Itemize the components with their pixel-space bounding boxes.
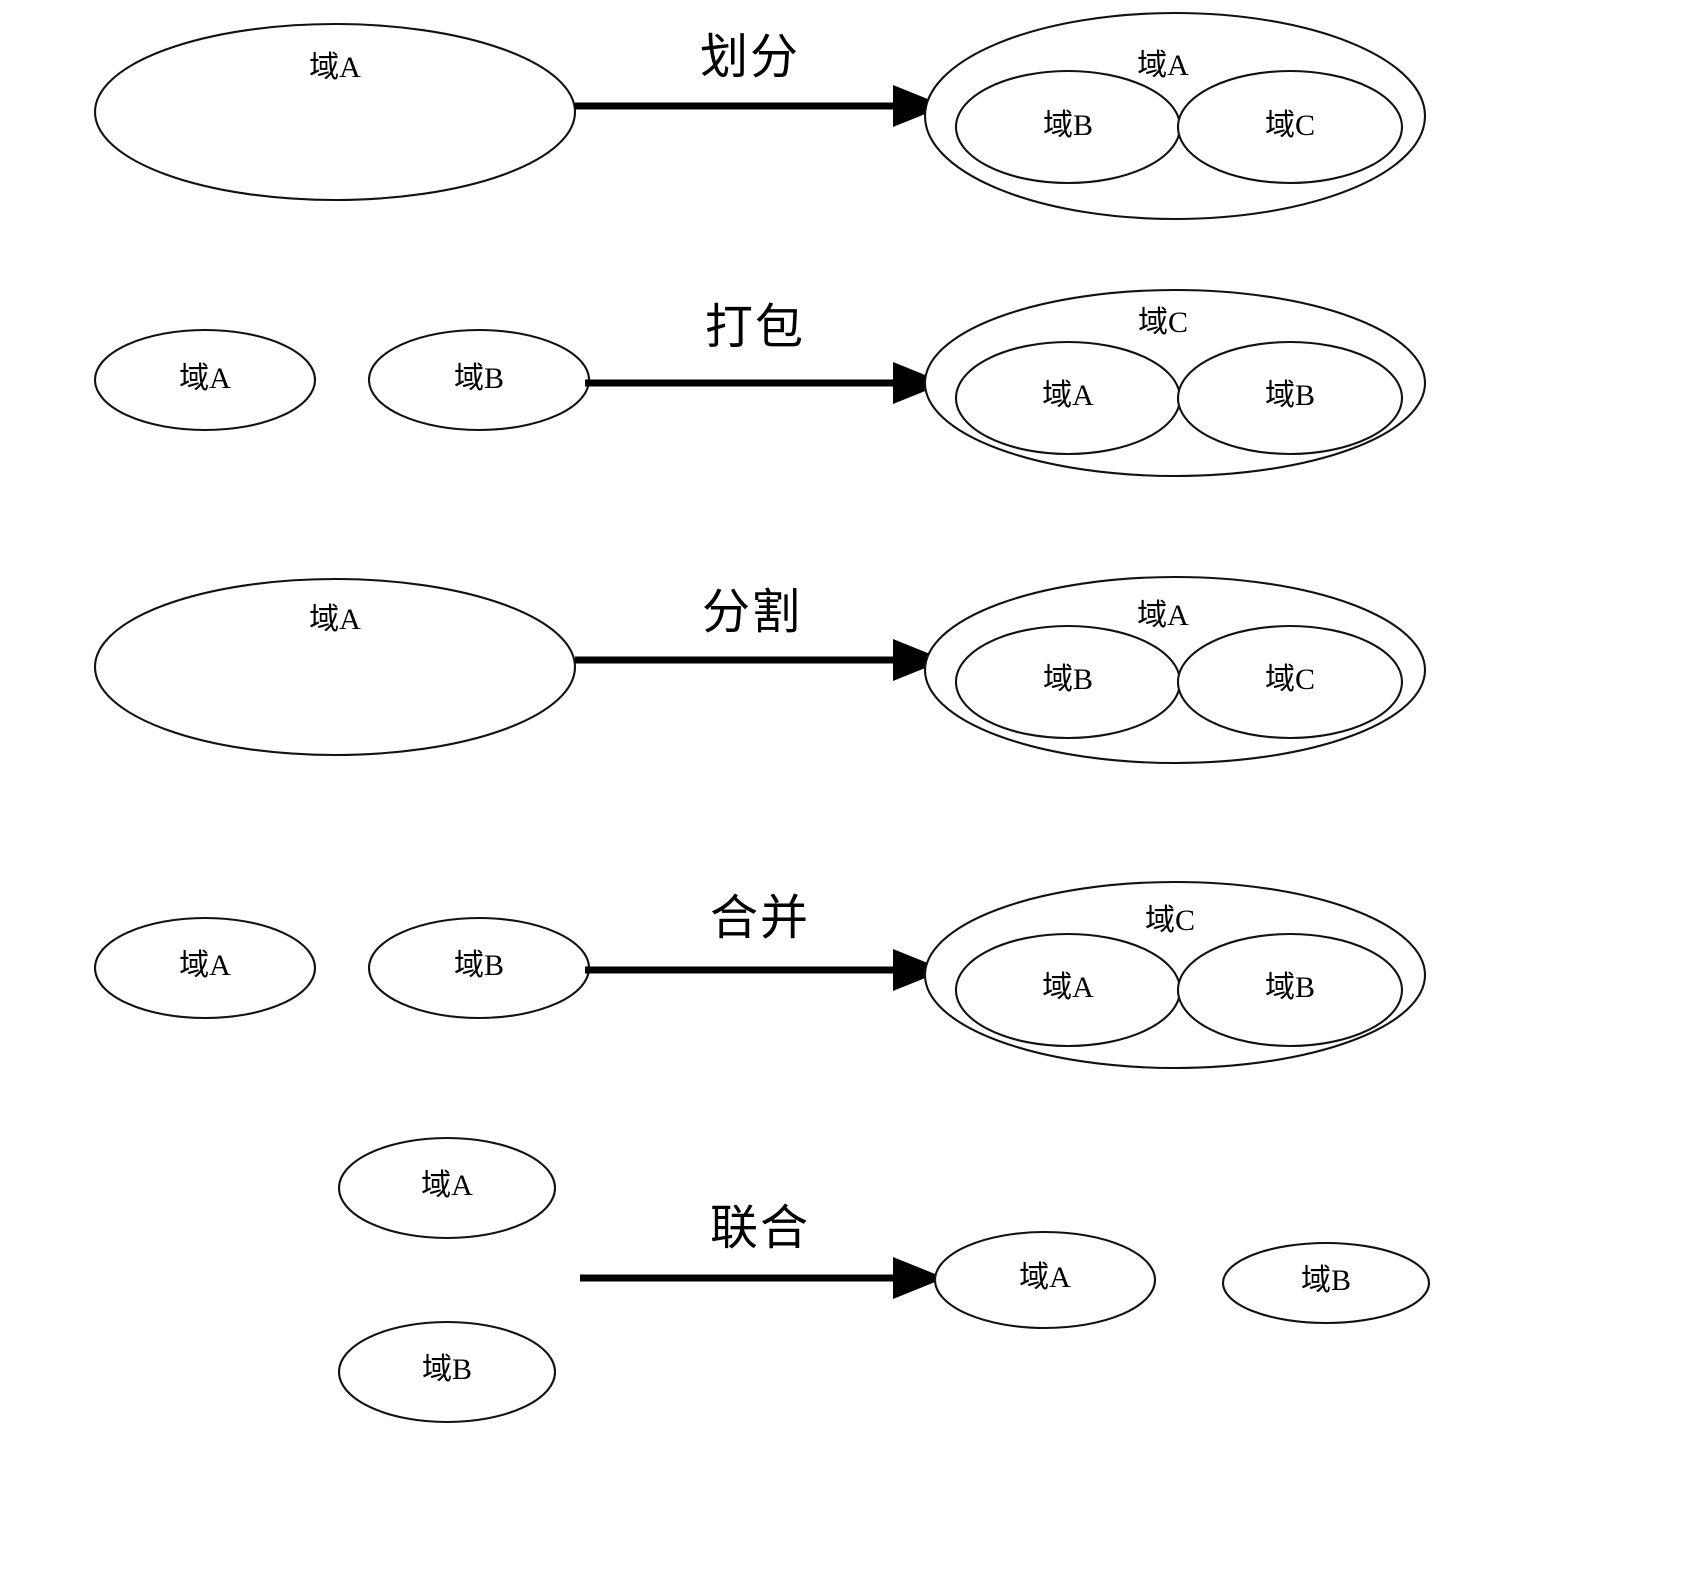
label-r3-right-outer: 域A (1137, 599, 1189, 632)
row-partition: 域A 划分 域A 域B 域C (93, 11, 1427, 221)
row-package: 域A 域B 打包 域C 域A 域B (93, 288, 1427, 478)
label-r2-right-a: 域A (1042, 379, 1094, 412)
label-r3-right-c: 域C (1265, 663, 1315, 696)
label-r5-left-a: 域A (421, 1169, 473, 1202)
operation-label-partition: 划分 (700, 31, 800, 84)
row-federate: 域A 域B 联合 域A 域B (337, 1136, 1431, 1424)
label-r1-left-a: 域A (309, 51, 361, 84)
operation-label-package: 打包 (705, 301, 805, 354)
label-r5-right-a: 域A (1019, 1261, 1071, 1294)
label-r2-left-a: 域A (179, 362, 231, 395)
label-r2-left-b: 域B (454, 362, 504, 395)
operation-label-split: 分割 (702, 586, 802, 639)
operation-label-merge: 合并 (710, 892, 810, 945)
label-r5-right-b: 域B (1301, 1264, 1351, 1297)
label-r4-right-a: 域A (1042, 971, 1094, 1004)
domain-operations-diagram: 域A 划分 域A 域B 域C 域A 域B 打包 域C 域A 域B 域A 分割 域… (0, 0, 1707, 1587)
label-r4-left-b: 域B (454, 949, 504, 982)
diagram-canvas: 域A 划分 域A 域B 域C 域A 域B 打包 域C 域A 域B 域A 分割 域… (93, 11, 1431, 1424)
label-r3-right-b: 域B (1043, 663, 1093, 696)
label-r2-right-b: 域B (1265, 379, 1315, 412)
label-r4-right-b: 域B (1265, 971, 1315, 1004)
label-r1-right-outer: 域A (1137, 49, 1189, 82)
label-r4-right-outer: 域C (1145, 904, 1195, 937)
label-r5-left-b: 域B (422, 1353, 472, 1386)
row-merge: 域A 域B 合并 域C 域A 域B (93, 880, 1427, 1070)
row-split: 域A 分割 域A 域B 域C (93, 575, 1427, 765)
label-r4-left-a: 域A (179, 949, 231, 982)
label-r3-left-a: 域A (309, 603, 361, 636)
label-r1-right-b: 域B (1043, 109, 1093, 142)
operation-label-federate: 联合 (710, 1202, 810, 1255)
label-r2-right-outer: 域C (1138, 306, 1188, 339)
label-r1-right-c: 域C (1265, 109, 1315, 142)
